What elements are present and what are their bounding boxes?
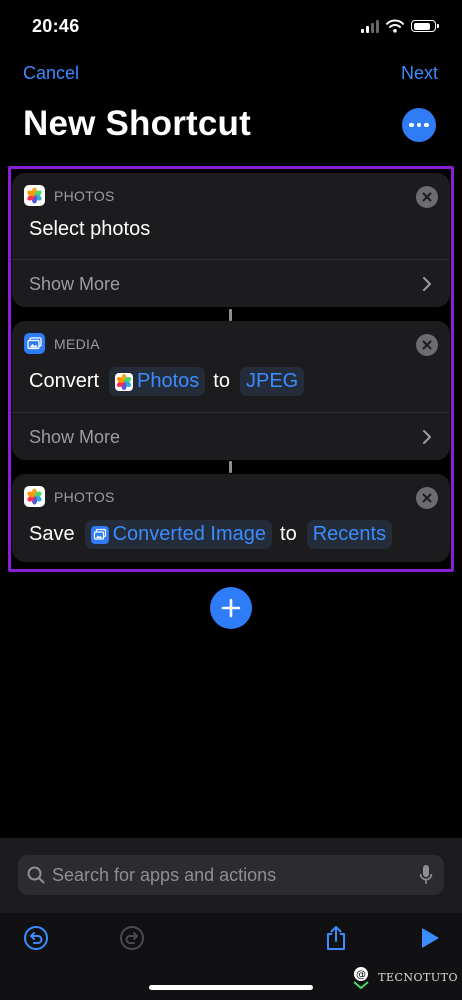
redo-icon — [120, 926, 144, 950]
watermark-text: TECNOTUTO — [378, 970, 458, 984]
share-icon — [327, 926, 345, 950]
wifi-icon — [386, 19, 404, 33]
more-options-button[interactable] — [402, 108, 436, 142]
microphone-icon[interactable] — [419, 864, 433, 886]
search-placeholder: Search for apps and actions — [52, 865, 277, 885]
battery-icon — [411, 20, 439, 32]
status-time: 20:46 — [32, 16, 80, 36]
watermark-logo-icon: @ — [353, 967, 369, 989]
search-input[interactable]: Search for apps and actions — [18, 855, 444, 895]
page-title: New Shortcut — [23, 104, 251, 143]
redo-button[interactable] — [118, 924, 146, 952]
plus-icon — [221, 598, 241, 618]
run-button[interactable] — [416, 924, 444, 952]
svg-text:@: @ — [356, 970, 366, 981]
undo-icon — [24, 926, 48, 950]
watermark: @ TECNOTUTO — [350, 965, 458, 989]
share-button[interactable] — [322, 924, 350, 952]
highlight-frame — [8, 166, 454, 572]
cancel-button[interactable]: Cancel — [23, 63, 79, 84]
undo-button[interactable] — [22, 924, 50, 952]
signal-icon — [361, 19, 379, 33]
status-icons — [361, 18, 439, 34]
add-action-button[interactable] — [210, 587, 252, 629]
more-icon — [409, 122, 429, 128]
home-indicator[interactable] — [149, 985, 313, 990]
play-icon — [422, 928, 439, 948]
next-button[interactable]: Next — [401, 63, 438, 84]
search-icon — [27, 866, 45, 884]
